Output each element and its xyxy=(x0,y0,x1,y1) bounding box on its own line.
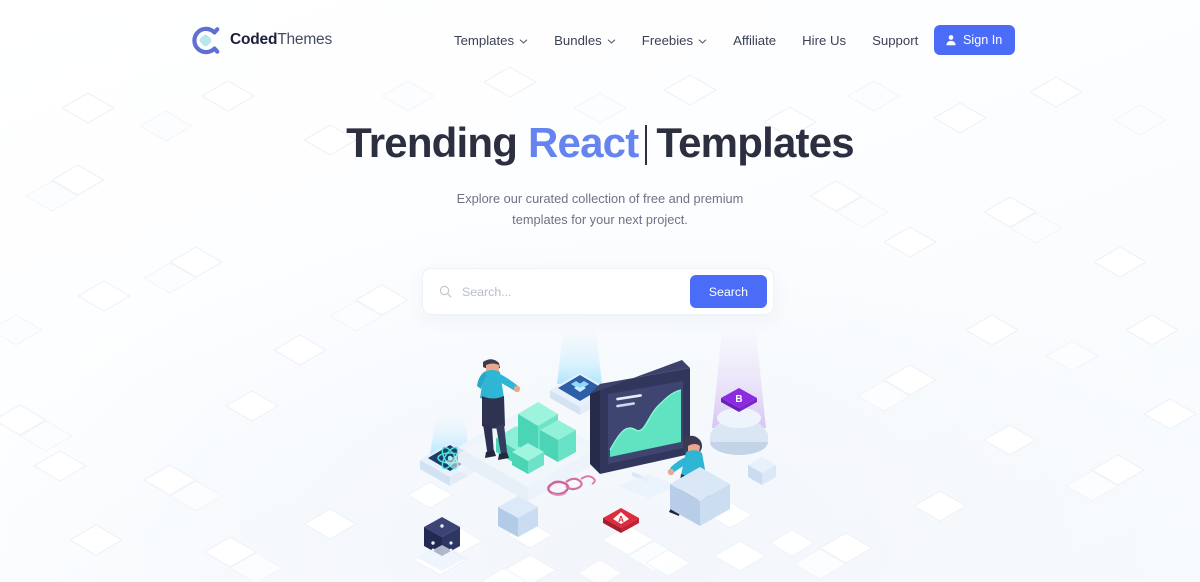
nav-item-bundles[interactable]: Bundles xyxy=(541,27,629,54)
nav-item-affiliate[interactable]: Affiliate xyxy=(720,27,789,54)
brand-name-light: Themes xyxy=(277,31,333,48)
nav-item-templates[interactable]: Templates xyxy=(448,27,541,54)
chevron-down-icon xyxy=(519,37,528,46)
nav-item-label: Bundles xyxy=(554,32,602,48)
main-navigation: Templates Bundles Freebies Affiliate Hir… xyxy=(448,27,984,54)
search-icon xyxy=(439,285,452,298)
nav-item-label: Affiliate xyxy=(733,32,777,48)
page-title: Trending React Templates xyxy=(0,118,1200,168)
nav-item-freebies[interactable]: Freebies xyxy=(629,27,720,54)
nav-item-label: Support xyxy=(872,32,919,48)
nav-item-hire-us[interactable]: Hire Us xyxy=(789,27,859,54)
search-bar: Search xyxy=(422,268,774,315)
navy-dice-cube xyxy=(418,517,466,571)
hero-title-accent: React xyxy=(527,119,639,166)
sign-in-button[interactable]: Sign In xyxy=(934,25,1016,55)
brand-logo-link[interactable]: CodedThemes xyxy=(190,25,332,56)
nav-item-label: Hire Us xyxy=(802,32,847,48)
page-root: CodedThemes Templates Bundles Freebies A… xyxy=(0,0,1200,582)
search-button[interactable]: Search xyxy=(689,275,767,308)
floating-cube-right xyxy=(748,457,776,485)
search-input[interactable] xyxy=(452,284,690,299)
hero-title-prefix: Trending xyxy=(346,119,518,166)
svg-text:A: A xyxy=(618,515,624,524)
svg-text:B: B xyxy=(735,394,742,405)
site-header: CodedThemes Templates Bundles Freebies A… xyxy=(0,0,1200,80)
codedthemes-logo-icon xyxy=(192,26,220,54)
hero-section: Trending React Templates Explore our cura… xyxy=(0,118,1200,231)
woman-at-dashboard-monitor xyxy=(590,360,730,526)
nav-item-label: Templates xyxy=(454,32,515,48)
user-icon xyxy=(946,35,956,46)
brand-name: CodedThemes xyxy=(230,31,332,49)
bootstrap-logo-pedestal: B xyxy=(710,332,768,455)
isometric-templates-illustration: B A xyxy=(400,332,820,582)
hero-subtitle: Explore our curated collection of free a… xyxy=(456,190,744,228)
sign-in-label: Sign In xyxy=(963,33,1003,47)
typing-caret xyxy=(645,125,648,165)
chevron-down-icon xyxy=(607,37,616,46)
angular-logo-badge: A xyxy=(603,508,639,533)
nav-item-support[interactable]: Support xyxy=(859,27,931,54)
chevron-down-icon xyxy=(698,37,707,46)
hero-title-suffix: Templates xyxy=(656,119,854,166)
nav-item-label: Freebies xyxy=(641,32,694,48)
brand-name-bold: Coded xyxy=(230,31,278,48)
